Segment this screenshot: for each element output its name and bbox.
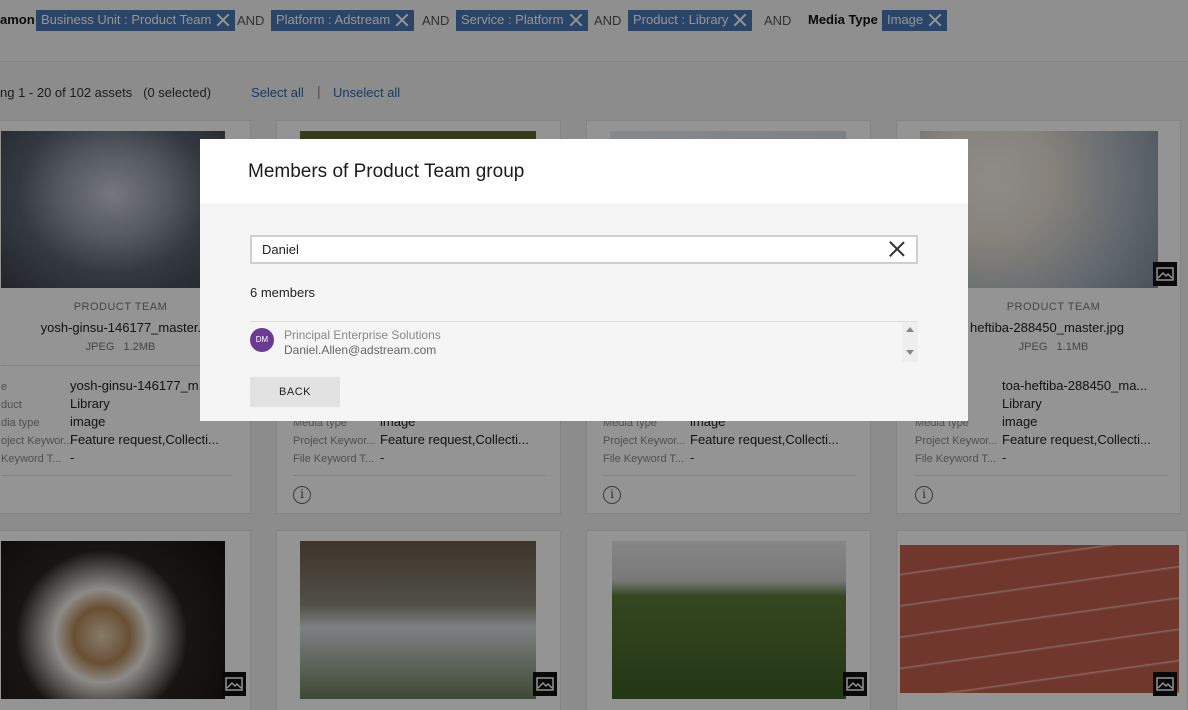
member-count: 6 members bbox=[250, 285, 316, 300]
avatar: DM bbox=[250, 328, 274, 352]
member-organization: Principal Enterprise Solutions bbox=[284, 328, 441, 342]
member-list: DM Principal Enterprise Solutions Daniel… bbox=[250, 321, 918, 362]
scroll-down-icon[interactable] bbox=[906, 350, 914, 355]
back-button[interactable]: BACK bbox=[250, 377, 340, 407]
clear-search-icon[interactable] bbox=[889, 241, 905, 257]
member-search-input[interactable] bbox=[250, 235, 918, 264]
scroll-up-icon[interactable] bbox=[906, 327, 914, 332]
dialog-header: Members of Product Team group bbox=[200, 139, 968, 203]
member-list-scrollbar[interactable] bbox=[902, 322, 918, 362]
members-dialog: Members of Product Team group 6 members … bbox=[200, 139, 968, 421]
dialog-title: Members of Product Team group bbox=[248, 161, 525, 182]
member-email: Daniel.Allen@adstream.com bbox=[284, 343, 437, 357]
